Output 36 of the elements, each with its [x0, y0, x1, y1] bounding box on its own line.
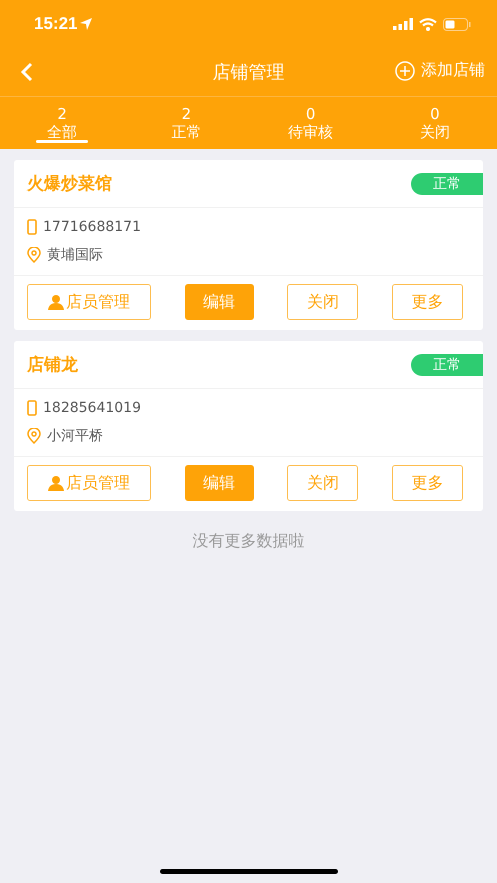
person-icon: [48, 476, 64, 490]
edit-button[interactable]: 编辑: [184, 284, 254, 320]
page-title: 店铺管理: [212, 61, 284, 84]
signal-icon: [393, 18, 413, 30]
location-pin-icon: [27, 428, 41, 444]
clock-time: 15:21: [34, 14, 78, 34]
store-name: 火爆炒菜馆: [27, 173, 112, 195]
store-name: 店铺龙: [27, 354, 78, 376]
staff-button[interactable]: 店员管理: [27, 465, 151, 501]
add-store-button[interactable]: 添加店铺: [395, 60, 485, 81]
staff-button[interactable]: 店员管理: [27, 284, 151, 320]
location-pin-icon: [27, 247, 41, 263]
edit-button[interactable]: 编辑: [184, 465, 254, 501]
action-button[interactable]: 关闭: [287, 284, 358, 320]
battery-icon: [443, 18, 471, 30]
location-arrow-icon: [80, 18, 92, 30]
status-badge: 正常: [411, 354, 483, 376]
filter-tab[interactable]: 2 全部: [0, 97, 124, 149]
store-address: 小河平桥: [47, 427, 103, 445]
filter-tab[interactable]: 0 待审核: [248, 97, 373, 149]
end-of-list-text: 没有更多数据啦: [192, 531, 306, 552]
plus-circle-icon: [395, 60, 415, 80]
action-button[interactable]: 更多: [392, 284, 463, 320]
store-address: 黄埔国际: [47, 246, 103, 264]
action-button[interactable]: 关闭: [287, 465, 358, 501]
filter-tab[interactable]: 0 关闭: [372, 97, 497, 149]
back-icon[interactable]: [20, 62, 34, 82]
phone-icon: [27, 400, 37, 416]
status-badge: 正常: [411, 172, 483, 194]
phone-icon: [27, 219, 37, 235]
wifi-icon: [419, 18, 437, 30]
phone-number: 17716688171: [43, 219, 141, 235]
phone-number: 18285641019: [43, 400, 141, 416]
filter-tab[interactable]: 2 正常: [124, 97, 248, 149]
person-icon: [48, 294, 64, 310]
action-button[interactable]: 更多: [392, 465, 463, 501]
